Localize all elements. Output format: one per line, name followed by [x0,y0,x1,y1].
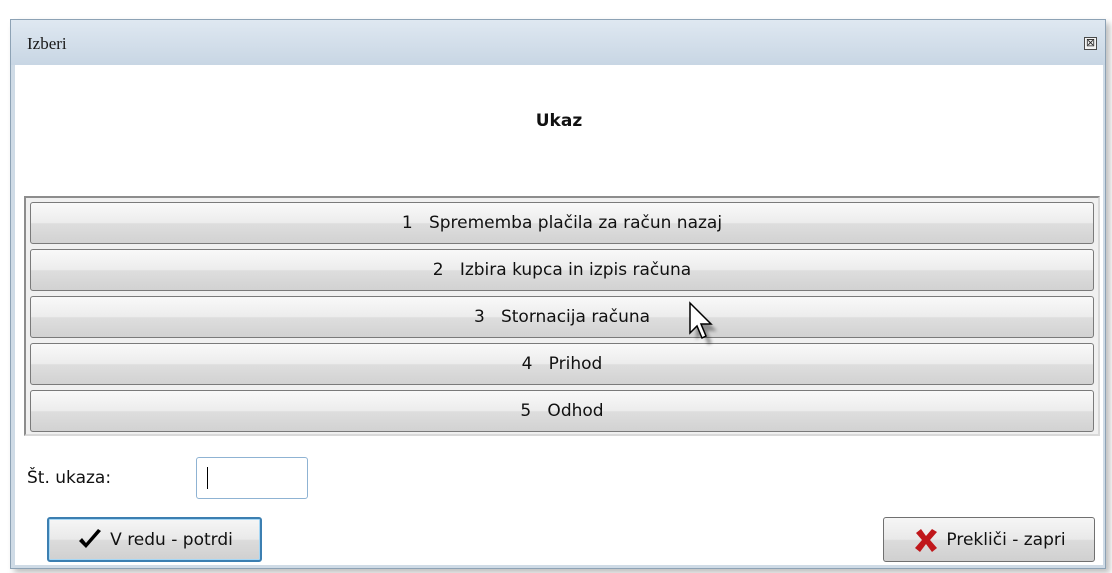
command-label-5: 5 Odhod [520,401,604,421]
command-number-input[interactable] [196,457,308,499]
select-dialog: Izberi ⊠ Ukaz 1 Sprememba plačila za rač… [10,19,1106,569]
checkmark-icon [79,528,102,548]
header-panel: Ukaz [15,65,1103,196]
command-label-2: 2 Izbira kupca in izpis računa [432,260,692,280]
command-label-1: 1 Sprememba plačila za račun nazaj [401,213,723,233]
close-icon[interactable]: ⊠ [1084,37,1097,50]
command-button-1[interactable]: 1 Sprememba plačila za račun nazaj [30,202,1094,244]
command-number-label: Št. ukaza: [27,468,112,488]
title-bar[interactable]: Izberi ⊠ [11,20,1105,65]
command-label-4: 4 Prihod [521,354,603,374]
ok-confirm-button[interactable]: V redu - potrdi [47,517,262,562]
red-x-icon [915,528,938,552]
cancel-button-label: Prekliči - zapri [946,529,1066,550]
cancel-close-button[interactable]: Prekliči - zapri [883,517,1095,562]
footer-panel: Št. ukaza: V redu - potrdi Prekliči - za… [15,436,1103,565]
dialog-body: Ukaz 1 Sprememba plačila za račun nazaj … [15,65,1103,565]
command-button-3[interactable]: 3 Stornacija računa [30,296,1094,338]
command-label-3: 3 Stornacija računa [473,307,651,327]
command-button-2[interactable]: 2 Izbira kupca in izpis računa [30,249,1094,291]
ok-button-label: V redu - potrdi [110,529,233,550]
command-list: 1 Sprememba plačila za račun nazaj 2 Izb… [24,196,1100,436]
mouse-pointer-icon [689,301,717,345]
dialog-heading: Ukaz [535,111,583,131]
text-caret [207,467,208,489]
command-button-4[interactable]: 4 Prihod [30,343,1094,385]
window-title: Izberi [27,34,67,53]
command-button-5[interactable]: 5 Odhod [30,390,1094,432]
